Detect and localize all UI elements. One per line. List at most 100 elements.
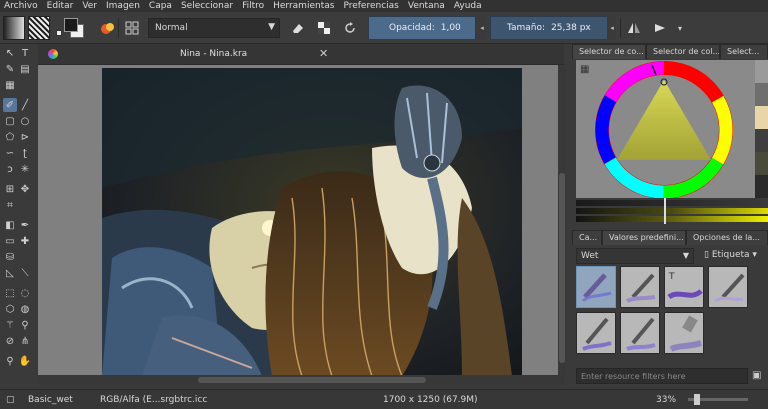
preset-wet-4[interactable] — [708, 266, 748, 308]
palette-swatches[interactable] — [755, 60, 768, 198]
opacity-spinner[interactable]: ◂ — [478, 16, 486, 40]
vertical-scrollbar[interactable] — [558, 65, 566, 375]
size-slider[interactable]: Tamaño: 25,38 px — [490, 16, 608, 40]
tab-tool-options[interactable]: Opciones de la... — [686, 230, 768, 245]
svg-text:T: T — [668, 272, 675, 282]
dynamic-brush-icon[interactable]: ↄ — [3, 162, 17, 176]
mirror-vertical-icon[interactable] — [650, 18, 670, 38]
bezier-tool-icon[interactable]: ∽ — [3, 146, 17, 160]
gradient-selector[interactable] — [3, 16, 25, 40]
pattern-selector[interactable] — [28, 16, 50, 40]
menu-filtro[interactable]: Filtro — [242, 0, 264, 12]
reset-colors-icon[interactable] — [56, 30, 62, 36]
assistant-tool-icon[interactable]: ◺ — [3, 266, 17, 280]
mirror-dropdown-icon[interactable]: ▾ — [670, 18, 690, 38]
horizontal-scrollbar[interactable] — [38, 375, 564, 385]
brush-preset-icon[interactable] — [98, 18, 118, 38]
freehand-brush-icon[interactable]: ✐ — [3, 98, 17, 112]
reload-preset-icon[interactable] — [340, 18, 360, 38]
colorize-mask-icon[interactable]: ▭ — [3, 234, 17, 248]
tab-advanced-color-selector[interactable]: Selector de co... — [572, 44, 646, 59]
close-icon[interactable]: ✕ — [319, 47, 328, 60]
color-selector-panel[interactable]: ▦ — [576, 60, 755, 198]
select-shapes-icon[interactable]: ↖ — [3, 46, 17, 60]
save-icon[interactable]: ▣ — [752, 370, 764, 382]
rectangle-tool-icon[interactable]: ▢ — [3, 114, 17, 128]
polygon-select-icon[interactable]: ⬡ — [3, 302, 17, 316]
pan-tool-icon[interactable]: ✋ — [18, 354, 32, 368]
brush-status-icon[interactable]: ▢ — [6, 395, 15, 405]
gradient-tool-icon[interactable]: ◧ — [3, 218, 17, 232]
scroll-thumb[interactable] — [198, 377, 426, 383]
menu-preferencias[interactable]: Preferencias — [343, 0, 398, 12]
tag-select[interactable]: ▯ Etiqueta ▾ — [700, 248, 768, 264]
ellipse-tool-icon[interactable]: ○ — [18, 114, 32, 128]
menu-capa[interactable]: Capa — [149, 0, 172, 12]
tab-specific-color-selector[interactable]: Selector de col... — [646, 44, 720, 59]
freehand-select-icon[interactable]: ◍ — [18, 302, 32, 316]
calligraphy-icon[interactable]: ▤ — [18, 62, 32, 76]
tab-color-selector[interactable]: Select... — [720, 44, 768, 59]
color-picker-icon[interactable]: ✒ — [18, 218, 32, 232]
zoom-tool-icon[interactable]: ⚲ — [3, 354, 17, 368]
preset-wet-1[interactable] — [576, 266, 616, 308]
preset-group-select[interactable]: Wet ▼ — [576, 248, 694, 264]
menu-herramientas[interactable]: Herramientas — [273, 0, 334, 12]
move-tool-icon[interactable]: ✥ — [18, 182, 32, 196]
preset-docker-tabs: Ca... Valores predefini... Opciones de l… — [572, 230, 768, 245]
fill-tool-icon[interactable]: ⛁ — [3, 250, 17, 264]
multibrush-icon[interactable]: ✳ — [18, 162, 32, 176]
menu-ver[interactable]: Ver — [82, 0, 97, 12]
blend-mode-select[interactable]: Normal ▼ — [148, 18, 280, 38]
color-docker-tabs: Selector de co... Selector de col... Sel… — [572, 44, 768, 59]
foreground-color-swatch[interactable] — [64, 18, 78, 32]
fg-bg-color-selector[interactable] — [56, 16, 86, 40]
brush-toolbar: Normal ▼ Opacidad: 1,00 ◂ Tamaño: 25,38 … — [0, 12, 768, 44]
ellipse-select-icon[interactable]: ◌ — [18, 286, 32, 300]
text-tool-icon[interactable]: T — [18, 46, 32, 60]
scroll-thumb[interactable] — [559, 173, 565, 363]
zoom-knob[interactable] — [694, 394, 700, 405]
polygon-tool-icon[interactable]: ⬠ — [3, 130, 17, 144]
rect-select-icon[interactable]: ⬚ — [3, 286, 17, 300]
tab-brush-presets[interactable]: Valores predefini... — [602, 230, 686, 245]
gradient-edit-icon[interactable]: ▦ — [3, 78, 17, 92]
size-spinner[interactable]: ◂ — [608, 16, 616, 40]
tab-layers[interactable]: Ca... — [572, 230, 602, 245]
magnetic-select-icon[interactable]: ⋔ — [18, 334, 32, 348]
menu-editar[interactable]: Editar — [47, 0, 74, 12]
preserve-alpha-icon[interactable] — [314, 18, 334, 38]
smart-patch-icon[interactable]: ✚ — [18, 234, 32, 248]
menu-ayuda[interactable]: Ayuda — [454, 0, 482, 12]
magic-wand-icon[interactable]: ⚚ — [3, 318, 17, 332]
preset-wet-3[interactable]: T — [664, 266, 704, 308]
mirror-horizontal-icon[interactable] — [624, 18, 644, 38]
menu-imagen[interactable]: Imagen — [106, 0, 140, 12]
brush-settings-icon[interactable] — [122, 18, 142, 38]
zoom-slider[interactable] — [688, 394, 748, 405]
menu-archivo[interactable]: Archivo — [4, 0, 38, 12]
edit-shapes-icon[interactable]: ✎ — [3, 62, 17, 76]
similar-select-icon[interactable]: ⚲ — [18, 318, 32, 332]
resource-filter-input[interactable]: Enter resource filters here — [576, 368, 748, 384]
opacity-slider[interactable]: Opacidad: 1,00 — [368, 16, 476, 40]
preset-wet-7[interactable] — [664, 312, 704, 354]
eraser-mode-icon[interactable] — [288, 18, 308, 38]
size-label: Tamaño: — [507, 23, 546, 33]
preset-wet-2[interactable] — [620, 266, 660, 308]
menu-ventana[interactable]: Ventana — [408, 0, 445, 12]
color-bars[interactable] — [576, 198, 768, 226]
blend-mode-value: Normal — [155, 23, 188, 33]
bezier-select-icon[interactable]: ⊘ — [3, 334, 17, 348]
menu-seleccionar[interactable]: Seleccionar — [181, 0, 233, 12]
preset-wet-5[interactable] — [576, 312, 616, 354]
canvas-artwork[interactable] — [102, 68, 522, 376]
crop-tool-icon[interactable]: ⌗ — [3, 198, 17, 212]
preset-wet-6[interactable] — [620, 312, 660, 354]
document-tab[interactable]: Nina - Nina.kra ✕ — [38, 44, 564, 65]
transform-tool-icon[interactable]: ⊞ — [3, 182, 17, 196]
polyline-tool-icon[interactable]: ⊳ — [18, 130, 32, 144]
line-tool-icon[interactable]: ╱ — [18, 98, 32, 112]
measure-tool-icon[interactable]: ⟍ — [18, 266, 32, 280]
freehand-path-icon[interactable]: ʈ — [18, 146, 32, 160]
